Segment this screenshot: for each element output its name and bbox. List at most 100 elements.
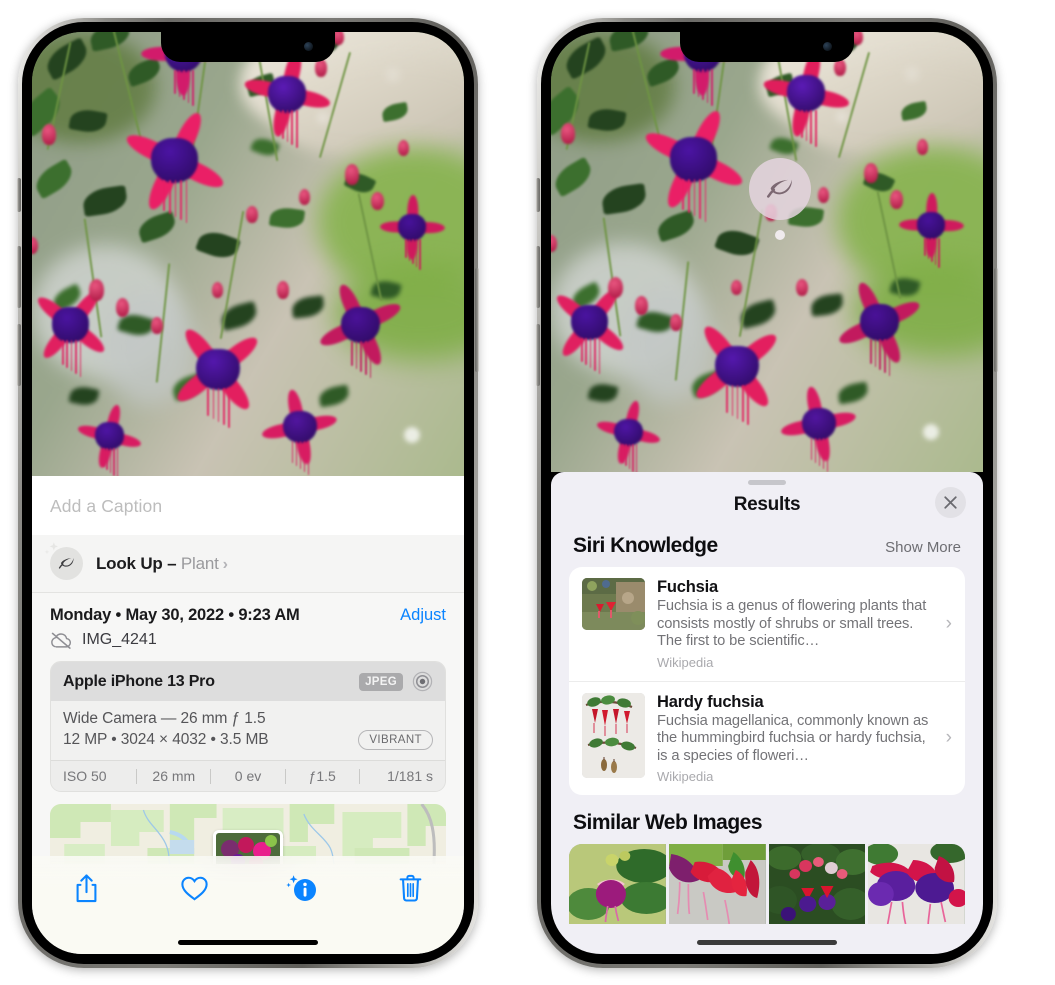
photo-element (369, 341, 372, 379)
look-up-row[interactable]: Look Up – Plant › (32, 535, 464, 593)
close-button[interactable] (935, 487, 966, 518)
list-item[interactable]: Hardy fuchsia Fuchsia magellanica, commo… (569, 680, 965, 796)
power-button[interactable] (475, 268, 479, 372)
volume-up-button[interactable] (536, 246, 540, 308)
section-title: Similar Web Images (573, 811, 763, 834)
photo-element (412, 239, 414, 264)
photo-element (62, 340, 64, 365)
home-indicator[interactable] (178, 940, 318, 945)
photo-element (42, 124, 57, 145)
volume-down-button[interactable] (536, 324, 540, 386)
silent-switch[interactable] (17, 178, 21, 212)
photo-element (185, 180, 188, 224)
similar-web-images-header: Similar Web Images (551, 795, 983, 844)
similar-web-images-strip[interactable] (569, 844, 965, 924)
camera-specs-line: 12 MP • 3024 × 4032 • 3.5 MB (63, 731, 269, 748)
look-up-label: Look Up – Plant › (96, 554, 228, 574)
exif-row: ISO 50 26 mm 0 ev ƒ1.5 1/181 s (51, 760, 445, 791)
share-button[interactable] (60, 868, 112, 908)
photo-element (786, 75, 826, 112)
leaf-icon (767, 179, 792, 198)
photo-element (810, 293, 845, 317)
show-more-button[interactable]: Show More (885, 539, 961, 556)
photo-element (81, 184, 130, 217)
fuchsia-red-closeup-thumb[interactable] (668, 844, 766, 924)
photo-element (625, 444, 627, 466)
home-indicator[interactable] (697, 940, 837, 945)
photo-element (95, 422, 125, 450)
photo-element (699, 179, 701, 219)
photo-info-sheet: Add a Caption Look Up – Plant › Monday •… (32, 476, 464, 954)
power-button[interactable] (994, 268, 998, 372)
photo-element (600, 183, 649, 216)
photo-element (836, 111, 849, 124)
photo-element (670, 137, 718, 182)
date-text: Monday • May 30, 2022 • 9:23 AM (50, 606, 300, 624)
look-up-dash: – (162, 553, 181, 573)
location-map[interactable] (50, 804, 446, 864)
photo-element (296, 110, 298, 148)
photo-element (32, 158, 77, 199)
fuchsia-bush-thumb[interactable] (768, 844, 866, 924)
photo-element (621, 444, 624, 463)
photo-element (883, 338, 886, 373)
front-camera (304, 42, 313, 51)
photo-element (317, 111, 330, 124)
favorite-button[interactable] (168, 868, 220, 908)
photo-element (267, 75, 307, 113)
photo-element (398, 139, 410, 156)
photo-element (741, 384, 744, 423)
phone-screen-right: Results Siri Knowledge Show More Fuchsia… (551, 32, 983, 954)
photo-element (863, 163, 878, 184)
camera-info-card[interactable]: Apple iPhone 13 Pro JPEG Wide Camera — 2… (50, 661, 446, 792)
photo-element (113, 447, 115, 476)
photo-element (561, 123, 576, 144)
share-icon (76, 873, 96, 902)
photo-viewer[interactable] (32, 32, 464, 476)
info-button[interactable] (276, 868, 328, 908)
photo-element (874, 338, 877, 367)
photo-viewer[interactable] (551, 32, 983, 472)
list-item-source: Wikipedia (657, 654, 714, 670)
look-up-subject: Plant (180, 553, 219, 573)
delete-button[interactable] (384, 868, 436, 908)
exif-focal: 26 mm (152, 768, 196, 784)
photo-element (726, 384, 728, 414)
photo-element (187, 69, 190, 103)
volume-up-button[interactable] (17, 246, 21, 308)
silent-switch[interactable] (536, 178, 540, 212)
photo-element (706, 69, 709, 103)
phone-right: Results Siri Knowledge Show More Fuchsia… (536, 18, 998, 968)
photo-element (246, 205, 259, 224)
photo-element (585, 337, 588, 365)
photo-element (66, 340, 69, 368)
caption-input[interactable]: Add a Caption (32, 476, 464, 535)
thumb-image (668, 844, 766, 924)
photo-element (32, 236, 38, 255)
fuchsia-red-flowers-thumb (582, 578, 645, 630)
photo-element (905, 67, 920, 82)
photo-element (386, 67, 401, 82)
list-item-title: Hardy fuchsia (657, 692, 764, 711)
photo-element (682, 179, 684, 210)
photo-image (551, 32, 983, 472)
photo-element (116, 447, 119, 476)
adjust-button[interactable]: Adjust (400, 606, 446, 625)
notch (161, 32, 335, 62)
photo-element (687, 179, 690, 213)
fuchsia-purple-red-thumb[interactable] (868, 844, 965, 924)
volume-down-button[interactable] (17, 324, 21, 386)
list-item-body: Hardy fuchsia Fuchsia magellanica, commo… (657, 693, 953, 785)
photo-element (195, 348, 240, 391)
photo-element (151, 316, 164, 335)
list-item-title: Fuchsia (657, 578, 718, 596)
thumb-image (768, 844, 866, 924)
fuchsia-white-pink-thumb[interactable] (569, 844, 666, 924)
photo-element (283, 411, 317, 444)
photo-element (212, 281, 224, 298)
photo-element (860, 304, 899, 341)
thumb-image (868, 844, 965, 924)
list-item[interactable]: Fuchsia Fuchsia is a genus of flowering … (569, 567, 965, 681)
photo-element (75, 340, 77, 374)
visual-lookup-badge[interactable] (749, 158, 811, 240)
